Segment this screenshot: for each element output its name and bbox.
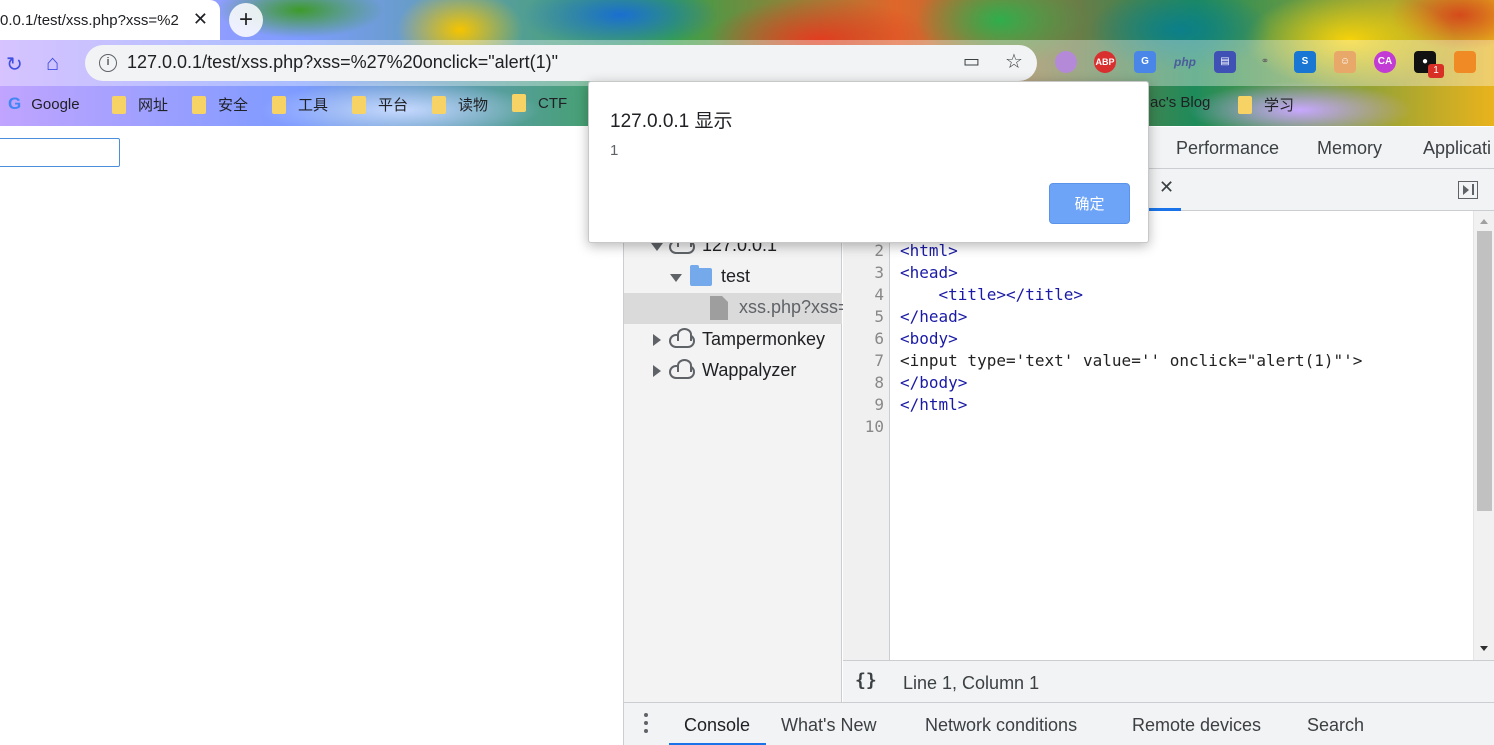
url-text[interactable]: 127.0.0.1/test/xss.php?xss=%27%20onclick… (127, 52, 558, 73)
share-icon[interactable]: ⚭ (1254, 51, 1276, 73)
drawer-tab-bar: Console What's New Network conditions Re… (624, 702, 1494, 745)
dialog-title: 127.0.0.1 显示 (610, 111, 733, 132)
bookmark-google[interactable]: G Google (8, 94, 80, 114)
bookmark-blog[interactable]: ac's Blog (1150, 94, 1210, 111)
adblock-icon[interactable]: ABP (1094, 51, 1116, 73)
drawer-menu-icon[interactable] (644, 713, 648, 735)
close-tab-icon[interactable]: ✕ (193, 9, 208, 30)
tree-item-folder[interactable]: test (624, 262, 842, 293)
face-extension-icon[interactable]: ☺ (1334, 51, 1356, 73)
line-gutter: 2 3 4 5 6 7 8 9 10 (843, 211, 890, 660)
tab-application[interactable]: Applicati (1423, 138, 1491, 159)
tab-memory[interactable]: Memory (1317, 138, 1382, 159)
bookmark-folder-study[interactable]: 学习 (1238, 94, 1294, 115)
drawer-tab-remote-devices[interactable]: Remote devices (1132, 715, 1261, 736)
drawer-tab-console[interactable]: Console (684, 715, 750, 736)
code-editor[interactable]: 2 3 4 5 6 7 8 9 10 <html> <head> <title>… (843, 211, 1494, 660)
new-tab-button[interactable]: + (229, 3, 263, 37)
drawer-tab-network-conditions[interactable]: Network conditions (925, 715, 1077, 736)
ok-button[interactable]: 确定 (1049, 183, 1130, 224)
address-bar[interactable]: i 127.0.0.1/test/xss.php?xss=%27%20oncli… (85, 45, 1037, 81)
cloud-icon (669, 359, 695, 379)
orange-extension-icon[interactable] (1454, 51, 1476, 73)
site-info-icon[interactable]: i (99, 54, 117, 72)
folder-icon (690, 265, 712, 286)
pretty-print-button[interactable]: {} (855, 670, 877, 691)
expand-arrow-icon[interactable] (651, 243, 663, 251)
cursor-position: Line 1, Column 1 (903, 673, 1040, 693)
page-text-input[interactable] (0, 138, 120, 167)
scroll-thumb[interactable] (1477, 231, 1492, 511)
tab-performance[interactable]: Performance (1176, 138, 1279, 159)
scroll-up-icon[interactable] (1480, 219, 1488, 224)
expand-arrow-icon[interactable] (670, 274, 682, 282)
bookmark-folder-security[interactable]: 安全 (192, 94, 248, 115)
folder-icon (352, 95, 366, 114)
cast-icon[interactable]: ▭ (963, 51, 980, 72)
drawer-tab-whats-new[interactable]: What's New (781, 715, 876, 736)
browser-tab[interactable]: 0.0.1/test/xss.php?xss=%2 ✕ (0, 0, 220, 40)
folder-icon (432, 95, 446, 114)
code-line: </body> (900, 373, 968, 392)
code-line: <html> (900, 241, 958, 260)
folder-icon (512, 94, 526, 112)
google-icon: G (8, 94, 22, 113)
extension-purple-icon[interactable] (1055, 51, 1077, 73)
extension-badge: 1 (1428, 64, 1444, 78)
ca-extension-icon[interactable]: CA (1374, 51, 1396, 73)
bookmark-folder-tools[interactable]: 工具 (272, 94, 328, 115)
file-icon (710, 296, 728, 320)
code-line: </html> (900, 395, 968, 414)
folder-icon (272, 95, 286, 114)
code-line: <body> (900, 329, 958, 348)
bookmark-star-icon[interactable]: ☆ (1005, 49, 1023, 74)
code-line-input: <input type='text' value='' onclick="ale… (900, 351, 1363, 370)
folder-icon (112, 95, 126, 114)
php-icon[interactable]: php (1174, 51, 1196, 73)
cloud-icon (669, 328, 695, 348)
dialog-message: 1 (610, 142, 619, 159)
bookmark-folder-platform[interactable]: 平台 (352, 94, 408, 115)
tree-item-wappalyzer[interactable]: Wappalyzer (624, 356, 842, 387)
editor-vertical-scrollbar[interactable] (1473, 211, 1494, 660)
close-file-icon[interactable]: ✕ (1159, 177, 1174, 198)
code-line: <title></title> (900, 285, 1084, 304)
window-icon[interactable]: ▤ (1214, 51, 1236, 73)
bookmark-folder-url[interactable]: 网址 (112, 94, 168, 115)
home-icon[interactable]: ⌂ (46, 50, 59, 76)
file-navigator: 127.0.0.1 test xss.php?xss= Tampermonkey… (624, 211, 849, 704)
alert-dialog: 127.0.0.1 显示 1 确定 (588, 81, 1149, 243)
translate-icon[interactable]: G (1134, 51, 1156, 73)
scroll-down-icon[interactable] (1480, 646, 1488, 651)
tab-title: 0.0.1/test/xss.php?xss=%2 (0, 11, 179, 29)
code-line: </head> (900, 307, 968, 326)
toggle-sidebar-icon[interactable] (1458, 181, 1478, 199)
tree-item-tampermonkey[interactable]: Tampermonkey (624, 325, 842, 356)
tree-item-file[interactable]: xss.php?xss= (624, 293, 849, 324)
folder-icon (1238, 95, 1252, 114)
s-extension-icon[interactable]: S (1294, 51, 1316, 73)
collapse-arrow-icon[interactable] (653, 334, 661, 346)
code-line: <head> (900, 263, 958, 282)
folder-icon (192, 95, 206, 114)
collapse-arrow-icon[interactable] (653, 365, 661, 377)
reload-icon[interactable]: ↻ (6, 52, 23, 77)
drawer-tab-search[interactable]: Search (1307, 715, 1364, 736)
bookmark-folder-reading[interactable]: 读物 (432, 94, 488, 115)
bookmark-folder-ctf[interactable]: CTF (512, 94, 567, 112)
editor-status-bar: {} Line 1, Column 1 (843, 660, 1494, 702)
